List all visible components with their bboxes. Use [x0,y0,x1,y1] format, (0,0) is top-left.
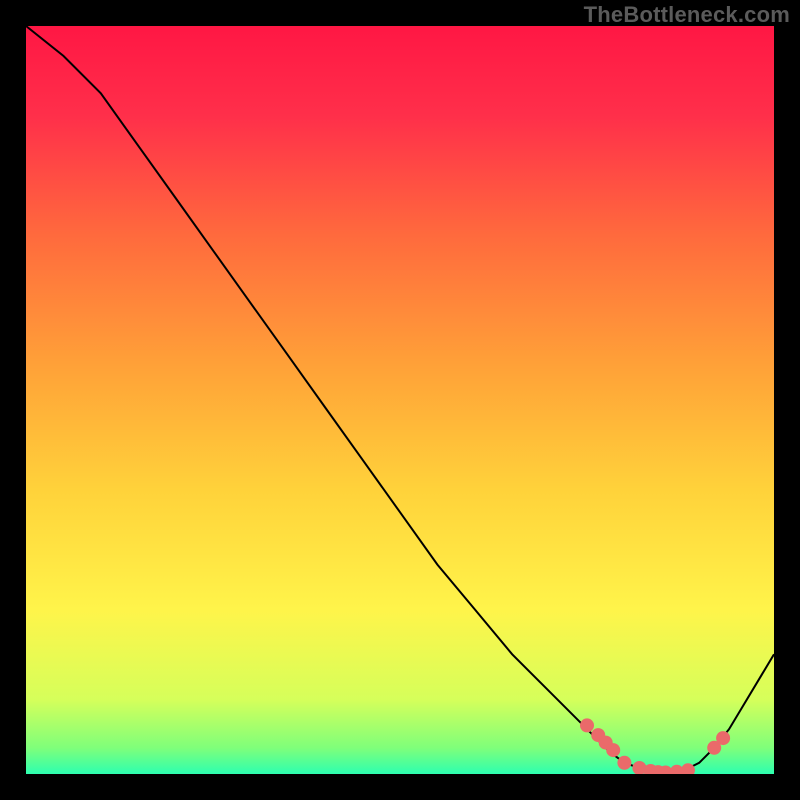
plot-area [26,26,774,774]
chart-container: TheBottleneck.com [0,0,800,800]
marker-dot [716,731,730,745]
marker-dot [617,756,631,770]
marker-dot [606,743,620,757]
watermark-text: TheBottleneck.com [584,2,790,28]
marker-dot [580,718,594,732]
chart-svg [26,26,774,774]
gradient-background [26,26,774,774]
